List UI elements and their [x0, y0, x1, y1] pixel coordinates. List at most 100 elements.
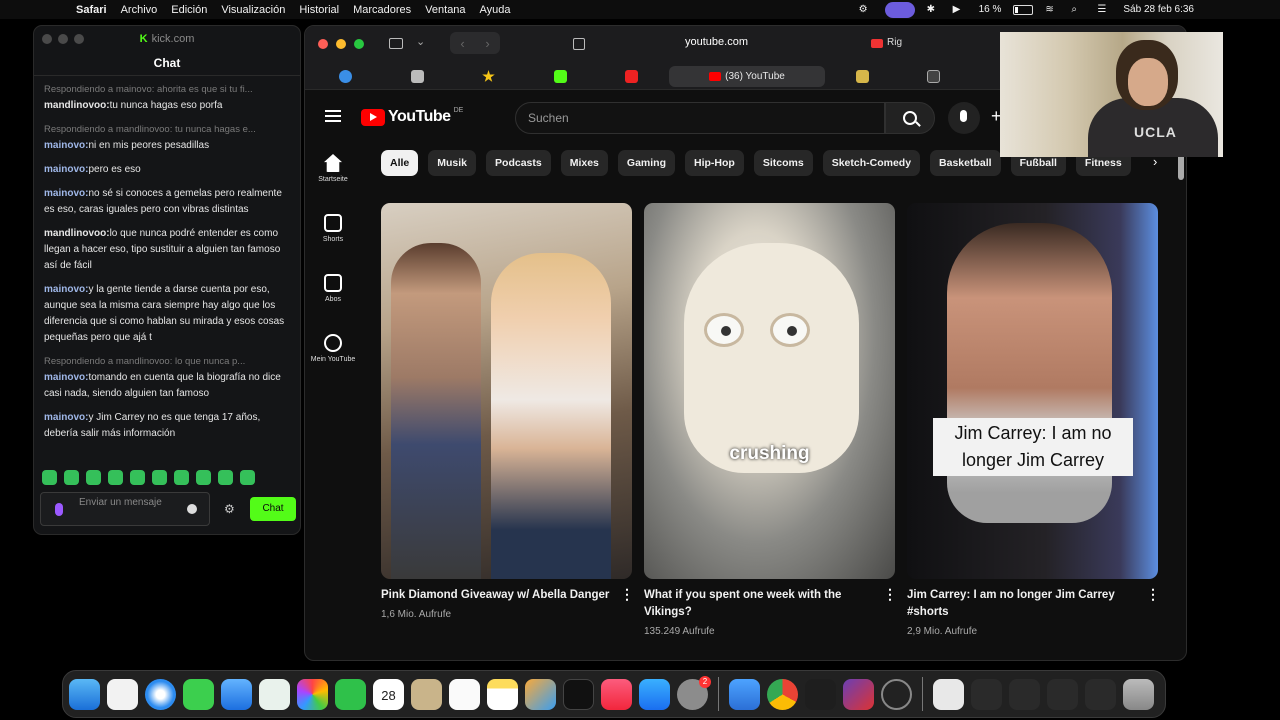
emote-icon[interactable] — [218, 470, 233, 485]
reply-context[interactable]: Respondiendo a mandlinovoo: tu nunca hag… — [44, 122, 290, 138]
app-store-icon[interactable] — [639, 678, 670, 710]
calendar-icon[interactable]: 28 — [373, 678, 404, 710]
voice-search-button[interactable] — [948, 102, 980, 134]
reply-context[interactable]: Respondiendo a mainovo: ahorita es que s… — [44, 82, 290, 98]
chip-all[interactable]: Alle — [381, 150, 419, 176]
screen-record-icon[interactable] — [884, 1, 915, 18]
emote-icon[interactable] — [240, 470, 255, 485]
video-title[interactable]: Pink Diamond Giveaway w/ Abella Danger — [381, 587, 620, 604]
emoji-icon[interactable] — [187, 504, 197, 514]
chat-username[interactable]: mainovo: — [44, 372, 88, 383]
chrome-icon[interactable] — [767, 678, 798, 710]
chip-podcasts[interactable]: Podcasts — [486, 150, 551, 176]
address-bar[interactable]: youtube.com — [685, 36, 748, 48]
control-center-icon[interactable]: ☰ — [1097, 4, 1111, 16]
window-thumbnail[interactable] — [1085, 678, 1116, 710]
chat-username[interactable]: mainovo: — [44, 140, 88, 151]
send-chat-button[interactable]: Chat — [250, 497, 296, 521]
chat-message-input[interactable]: Enviar un mensaje — [40, 492, 210, 526]
chip-sitcoms[interactable]: Sitcoms — [753, 150, 813, 176]
system-settings-icon[interactable]: 2 — [677, 675, 711, 710]
tab-favicon-kick[interactable] — [554, 70, 567, 83]
chat-username[interactable]: mainovo: — [44, 188, 88, 199]
reminders-icon[interactable] — [449, 678, 480, 710]
window-thumbnail[interactable] — [1009, 678, 1040, 710]
emote-icon[interactable] — [42, 470, 57, 485]
close-button[interactable] — [42, 34, 52, 44]
zoom-button[interactable] — [354, 39, 364, 49]
menu-ventana[interactable]: Ventana — [425, 4, 465, 16]
minimize-button[interactable] — [336, 39, 346, 49]
menu-archivo[interactable]: Archivo — [121, 4, 158, 16]
tab-favicon-page[interactable] — [411, 70, 424, 83]
settings-icon[interactable]: ✱ — [927, 4, 941, 16]
mic-icon[interactable] — [55, 503, 63, 516]
window-thumbnail[interactable] — [971, 678, 1002, 710]
reply-context[interactable]: Respondiendo a mandlinovoo: lo que nunca… — [44, 354, 290, 370]
forward-icon[interactable]: › — [485, 36, 489, 51]
emote-icon[interactable] — [108, 470, 123, 485]
sidebar-item-shorts[interactable]: Shorts — [305, 214, 361, 274]
sidebar-item-home[interactable]: Startseite — [305, 154, 361, 214]
scrollbar[interactable] — [1178, 154, 1184, 180]
notes-icon[interactable] — [487, 678, 518, 710]
chip-music[interactable]: Musik — [428, 150, 477, 176]
menu-visualizacion[interactable]: Visualización — [221, 4, 285, 16]
emote-icon[interactable] — [64, 470, 79, 485]
chat-username[interactable]: mandlinovoo: — [44, 100, 110, 111]
sidebar-toggle-icon[interactable] — [389, 38, 403, 49]
video-thumbnail[interactable] — [381, 203, 632, 579]
screenshot-app-icon[interactable] — [843, 678, 874, 710]
chip-basketball[interactable]: Basketball — [930, 150, 1001, 176]
menu-edicion[interactable]: Edición — [171, 4, 207, 16]
chat-username[interactable]: mainovo: — [44, 412, 88, 423]
tab-favicon-globe[interactable] — [339, 70, 352, 83]
video-title[interactable]: What if you spent one week with the Viki… — [644, 587, 883, 621]
sidebar-item-you[interactable]: Mein YouTube — [305, 334, 361, 394]
menu-ayuda[interactable]: Ayuda — [480, 4, 511, 16]
menu-marcadores[interactable]: Marcadores — [353, 4, 411, 16]
search-input[interactable]: Suchen — [515, 102, 885, 134]
youtube-logo[interactable]: YouTube DE — [361, 107, 463, 126]
chat-username[interactable]: mandlinovoo: — [44, 228, 110, 239]
minimize-button[interactable] — [58, 34, 68, 44]
menu-safari[interactable]: Safari — [76, 4, 107, 16]
tab-favicon-star-icon[interactable] — [482, 70, 495, 82]
tab-youtube-active[interactable]: (36) YouTube — [669, 66, 825, 87]
tab-favicon-tiktok[interactable] — [927, 70, 940, 83]
close-button[interactable] — [318, 39, 328, 49]
menu-historial[interactable]: Historial — [299, 4, 339, 16]
freeform-icon[interactable] — [525, 678, 556, 710]
emote-icon[interactable] — [174, 470, 189, 485]
video-title[interactable]: Jim Carrey: I am no longer Jim Carrey #s… — [907, 587, 1146, 621]
chat-username[interactable]: mainovo: — [44, 164, 88, 175]
facetime-icon[interactable] — [335, 678, 366, 710]
back-icon[interactable]: ‹ — [460, 36, 464, 51]
sidebar-item-subscriptions[interactable]: Abos — [305, 274, 361, 334]
zoom-button[interactable] — [74, 34, 84, 44]
chip-sketch-comedy[interactable]: Sketch-Comedy — [822, 150, 921, 176]
play-icon[interactable]: ▶ — [953, 4, 967, 16]
menubar-clock[interactable]: Sáb 28 feb 6:36 — [1123, 4, 1194, 15]
chip-gaming[interactable]: Gaming — [617, 150, 675, 176]
emote-icon[interactable] — [152, 470, 167, 485]
android-icon[interactable] — [805, 678, 836, 710]
window-thumbnail[interactable] — [1047, 678, 1078, 710]
search-icon[interactable]: ⌕ — [1071, 4, 1085, 16]
contacts-icon[interactable] — [411, 678, 442, 710]
battery-icon[interactable] — [1013, 4, 1034, 15]
safari-icon[interactable] — [145, 678, 176, 710]
menu-icon[interactable] — [325, 110, 341, 122]
apple-tv-icon[interactable] — [563, 678, 594, 710]
emote-icon[interactable] — [196, 470, 211, 485]
more-options-icon[interactable]: ⋮ — [883, 587, 897, 637]
emote-icon[interactable] — [130, 470, 145, 485]
photos-icon[interactable] — [297, 678, 328, 710]
document-icon[interactable] — [933, 678, 964, 710]
launchpad-icon[interactable] — [107, 678, 138, 710]
video-thumbnail[interactable]: Jim Carrey: I am no longer Jim Carrey — [907, 203, 1158, 579]
tab-favicon-youtube[interactable] — [625, 70, 638, 83]
emote-icon[interactable] — [86, 470, 101, 485]
status-icon[interactable]: ⚙ — [859, 4, 873, 16]
video-thumbnail[interactable]: crushing — [644, 203, 895, 579]
